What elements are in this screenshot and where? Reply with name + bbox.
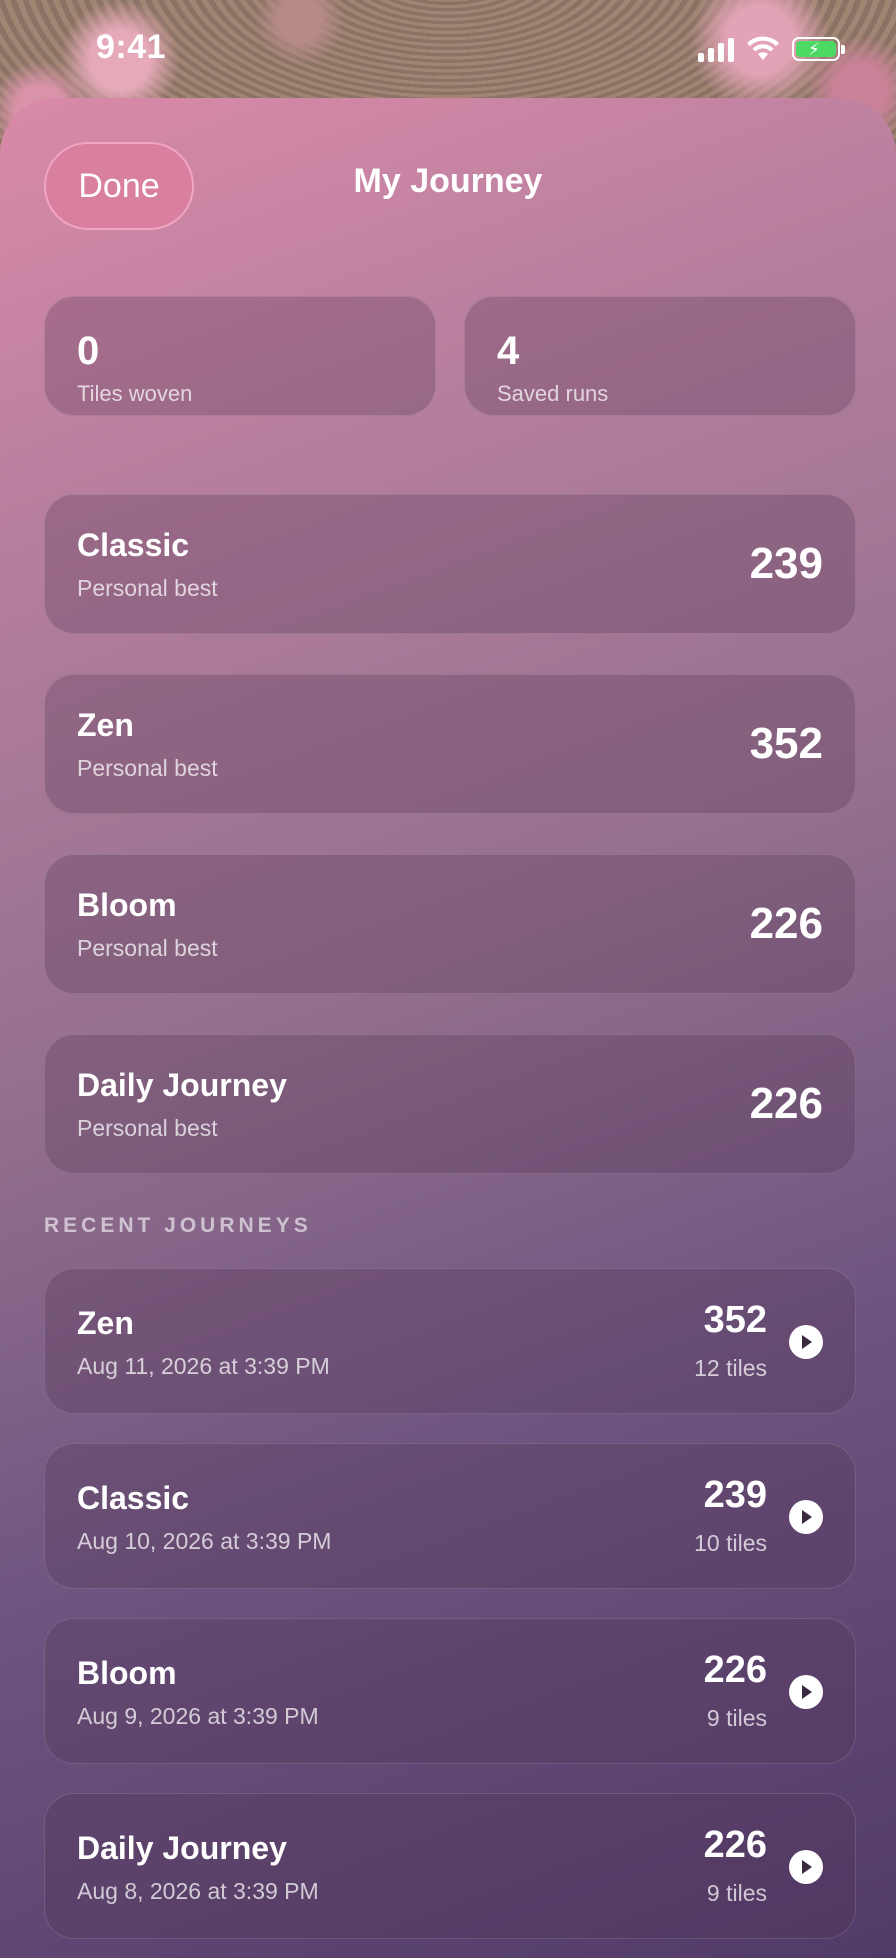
journey-tiles: 9 tiles — [706, 1705, 767, 1731]
mode-name: Classic — [77, 527, 190, 563]
journey-date: Aug 9, 2026 at 3:39 PM — [77, 1703, 319, 1729]
journey-sheet: Done My Journey 0 Tiles woven 4 Saved ru… — [0, 98, 896, 1958]
personal-best-label: Personal best — [77, 755, 218, 781]
status-time: 9:41 — [96, 28, 167, 66]
recent-journey-row[interactable]: Daily Journey Aug 8, 2026 at 3:39 PM 226… — [44, 1793, 856, 1939]
journey-tiles: 10 tiles — [694, 1530, 767, 1556]
stat-value: 0 — [77, 329, 100, 373]
mode-name: Daily Journey — [77, 1830, 287, 1866]
personal-best-card: Zen Personal best 352 — [44, 674, 856, 814]
best-score: 226 — [749, 899, 823, 948]
journey-date: Aug 10, 2026 at 3:39 PM — [77, 1528, 332, 1554]
recent-journey-row[interactable]: Bloom Aug 9, 2026 at 3:39 PM 226 9 tiles — [44, 1618, 856, 1764]
stat-card-tiles-woven: 0 Tiles woven — [44, 296, 436, 416]
journey-score: 226 — [703, 1649, 767, 1691]
play-icon[interactable] — [789, 1325, 823, 1359]
mode-name: Daily Journey — [77, 1067, 287, 1103]
sheet-header: Done My Journey — [0, 98, 896, 278]
journey-date: Aug 8, 2026 at 3:39 PM — [77, 1878, 319, 1904]
journey-tiles: 12 tiles — [694, 1355, 767, 1381]
best-score: 239 — [749, 539, 823, 588]
stat-label: Saved runs — [497, 381, 609, 406]
personal-best-label: Personal best — [77, 935, 218, 961]
page-title: My Journey — [353, 162, 543, 200]
journey-score: 239 — [703, 1474, 767, 1516]
personal-best-card: Bloom Personal best 226 — [44, 854, 856, 994]
mode-name: Zen — [77, 707, 134, 743]
play-icon[interactable] — [789, 1675, 823, 1709]
personal-best-label: Personal best — [77, 575, 218, 601]
play-icon[interactable] — [789, 1500, 823, 1534]
journey-score: 352 — [703, 1299, 767, 1341]
journey-date: Aug 11, 2026 at 3:39 PM — [77, 1353, 330, 1379]
mode-name: Zen — [77, 1305, 134, 1341]
personal-best-label: Personal best — [77, 1115, 218, 1141]
battery-charging-icon: ⚡ — [792, 37, 845, 61]
recent-journey-row[interactable]: Classic Aug 10, 2026 at 3:39 PM 239 10 t… — [44, 1443, 856, 1589]
best-score: 352 — [749, 719, 823, 768]
stat-value: 4 — [497, 329, 520, 373]
status-icons: ⚡ — [698, 36, 845, 62]
mode-name: Classic — [77, 1480, 190, 1516]
wifi-icon — [747, 36, 779, 60]
section-header-recent: RECENT JOURNEYS — [44, 1214, 312, 1237]
recent-journey-row[interactable]: Zen Aug 11, 2026 at 3:39 PM 352 12 tiles — [44, 1268, 856, 1414]
mode-name: Bloom — [77, 887, 177, 923]
journey-tiles: 9 tiles — [706, 1880, 767, 1906]
journey-score: 226 — [703, 1824, 767, 1866]
best-score: 226 — [749, 1079, 823, 1128]
stat-label: Tiles woven — [77, 381, 193, 406]
stat-card-saved-runs: 4 Saved runs — [464, 296, 856, 416]
personal-best-card: Classic Personal best 239 — [44, 494, 856, 634]
personal-best-card: Daily Journey Personal best 226 — [44, 1034, 856, 1174]
cellular-signal-icon — [698, 36, 734, 62]
mode-name: Bloom — [77, 1655, 177, 1691]
status-bar: 9:41 ⚡ — [0, 0, 896, 96]
play-icon[interactable] — [789, 1850, 823, 1884]
